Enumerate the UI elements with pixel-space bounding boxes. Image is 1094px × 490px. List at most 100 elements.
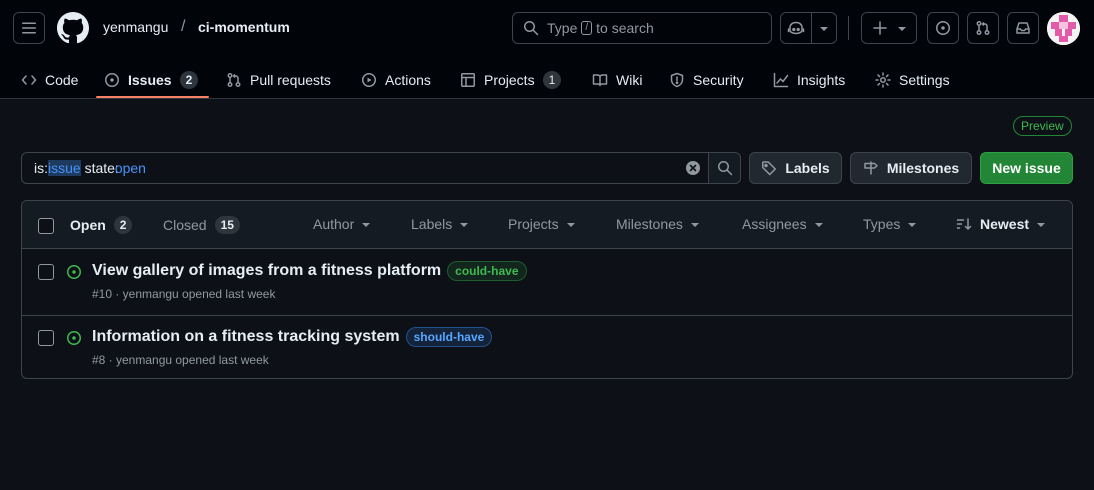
- issue-title-link[interactable]: Information on a fitness tracking system: [92, 328, 400, 346]
- issues-counter: 2: [179, 70, 199, 89]
- filter-search-button[interactable]: [708, 153, 740, 183]
- git-pull-request-icon: [976, 21, 990, 35]
- chevron-down-icon: [814, 223, 823, 227]
- closed-issues-tab[interactable]: Closed 15: [163, 216, 240, 234]
- tab-label: Settings: [899, 71, 950, 88]
- open-issues-tab[interactable]: Open 2: [70, 216, 133, 234]
- milestones-button[interactable]: Milestones: [850, 152, 972, 184]
- issue-row[interactable]: Information on a fitness tracking system…: [22, 315, 1072, 380]
- new-issue-button[interactable]: New issue: [980, 152, 1073, 184]
- global-search-input[interactable]: Type / to search: [512, 12, 772, 44]
- new-issue-button-label: New issue: [992, 160, 1061, 176]
- copilot-dropdown-button[interactable]: [811, 12, 837, 44]
- assignees-filter-dropdown[interactable]: Assignees: [742, 216, 823, 232]
- issue-label[interactable]: should-have: [405, 327, 493, 347]
- filter-query[interactable]: is:issue state:open: [22, 160, 678, 176]
- preview-badge[interactable]: Preview: [1013, 116, 1072, 136]
- labels-button[interactable]: Labels: [749, 152, 842, 184]
- tab-insights[interactable]: Insights: [773, 60, 845, 99]
- tab-wiki[interactable]: Wiki: [592, 60, 642, 99]
- projects-counter: 1: [542, 70, 562, 89]
- x-circle-fill-icon: [686, 161, 700, 175]
- tab-label: Code: [45, 71, 79, 88]
- tab-label: Actions: [385, 71, 431, 88]
- code-icon: [21, 74, 37, 85]
- issue-opened-icon: [936, 21, 950, 35]
- open-count: 2: [113, 216, 133, 234]
- open-label: Open: [70, 217, 106, 233]
- milestones-filter-dropdown[interactable]: Milestones: [616, 216, 699, 232]
- tab-label: Insights: [797, 71, 846, 88]
- chevron-down-icon: [820, 27, 828, 31]
- issue-meta: #8 · yenmangu opened last week: [92, 353, 269, 367]
- tag-icon: [762, 161, 777, 176]
- github-logo-icon[interactable]: [57, 12, 89, 44]
- query-qualifier-value: open: [114, 160, 146, 176]
- inbox-button[interactable]: [1007, 12, 1039, 44]
- tab-issues[interactable]: Issues 2: [104, 60, 199, 99]
- repo-nav: Code Issues 2 Pull requests Actions Proj…: [0, 60, 1094, 99]
- sort-dropdown[interactable]: Newest: [956, 216, 1046, 232]
- clear-filter-button[interactable]: [678, 160, 708, 176]
- tab-projects[interactable]: Projects 1: [460, 60, 562, 99]
- milestones-button-label: Milestones: [886, 160, 960, 176]
- filter-dropdown-label: Author: [313, 216, 355, 232]
- chevron-down-icon: [690, 223, 699, 227]
- issue-title-link[interactable]: View gallery of images from a fitness pl…: [92, 262, 441, 280]
- chevron-down-icon: [566, 223, 575, 227]
- types-filter-dropdown[interactable]: Types: [863, 216, 917, 232]
- chevron-down-icon: [898, 27, 906, 31]
- tab-label: Projects: [484, 71, 535, 88]
- filter-dropdown-label: Assignees: [742, 216, 807, 232]
- copilot-button[interactable]: [780, 12, 812, 44]
- tab-label: Security: [693, 71, 744, 88]
- tab-settings[interactable]: Settings: [875, 60, 950, 99]
- tab-security[interactable]: Security: [669, 60, 744, 99]
- filter-dropdown-label: Labels: [411, 216, 453, 232]
- tab-actions[interactable]: Actions: [361, 60, 431, 99]
- tab-code[interactable]: Code: [21, 60, 78, 99]
- repo-name-link[interactable]: ci-momentum: [198, 19, 290, 35]
- book-icon: [592, 73, 608, 86]
- chevron-down-icon: [362, 223, 371, 227]
- issue-title-row: View gallery of images from a fitness pl…: [92, 261, 527, 281]
- issue-checkbox[interactable]: [38, 264, 54, 280]
- issue-opened-icon: [105, 72, 119, 87]
- header-divider: [848, 16, 849, 40]
- issue-checkbox[interactable]: [38, 330, 54, 346]
- inbox-icon: [1016, 22, 1030, 34]
- query-qualifier-key: is:: [34, 160, 48, 176]
- create-new-button[interactable]: [861, 12, 917, 44]
- filter-dropdown-label: Projects: [508, 216, 559, 232]
- search-shortcut-key: /: [581, 21, 593, 35]
- copilot-icon: [787, 21, 805, 35]
- labels-filter-dropdown[interactable]: Labels: [411, 216, 469, 232]
- hamburger-icon: [22, 22, 36, 34]
- chevron-down-icon: [908, 223, 917, 227]
- global-header: yenmangu / ci-momentum Type / to search …: [0, 0, 1094, 99]
- issues-filter-input[interactable]: is:issue state:open: [21, 152, 741, 184]
- your-issues-button[interactable]: [927, 12, 959, 44]
- play-icon: [362, 72, 376, 87]
- shield-icon: [670, 72, 684, 87]
- chevron-down-icon: [460, 223, 469, 227]
- active-tab-underline: [96, 96, 209, 98]
- search-icon: [524, 21, 539, 36]
- tab-pull-requests[interactable]: Pull requests: [226, 60, 331, 99]
- menu-button[interactable]: [13, 12, 45, 44]
- repo-owner-link[interactable]: yenmangu: [103, 19, 168, 35]
- issue-row[interactable]: View gallery of images from a fitness pl…: [22, 250, 1072, 315]
- gear-icon: [875, 71, 891, 88]
- select-all-checkbox[interactable]: [38, 218, 54, 234]
- user-avatar[interactable]: [1047, 12, 1080, 45]
- projects-filter-dropdown[interactable]: Projects: [508, 216, 575, 232]
- your-pull-requests-button[interactable]: [967, 12, 999, 44]
- issue-label[interactable]: could-have: [447, 261, 527, 281]
- breadcrumb-separator: /: [181, 18, 186, 35]
- graph-icon: [773, 72, 789, 87]
- sort-label: Newest: [980, 216, 1030, 232]
- author-filter-dropdown[interactable]: Author: [313, 216, 371, 232]
- tab-label: Issues: [128, 71, 172, 88]
- sort-desc-icon: [956, 218, 972, 230]
- plus-icon: [873, 21, 887, 35]
